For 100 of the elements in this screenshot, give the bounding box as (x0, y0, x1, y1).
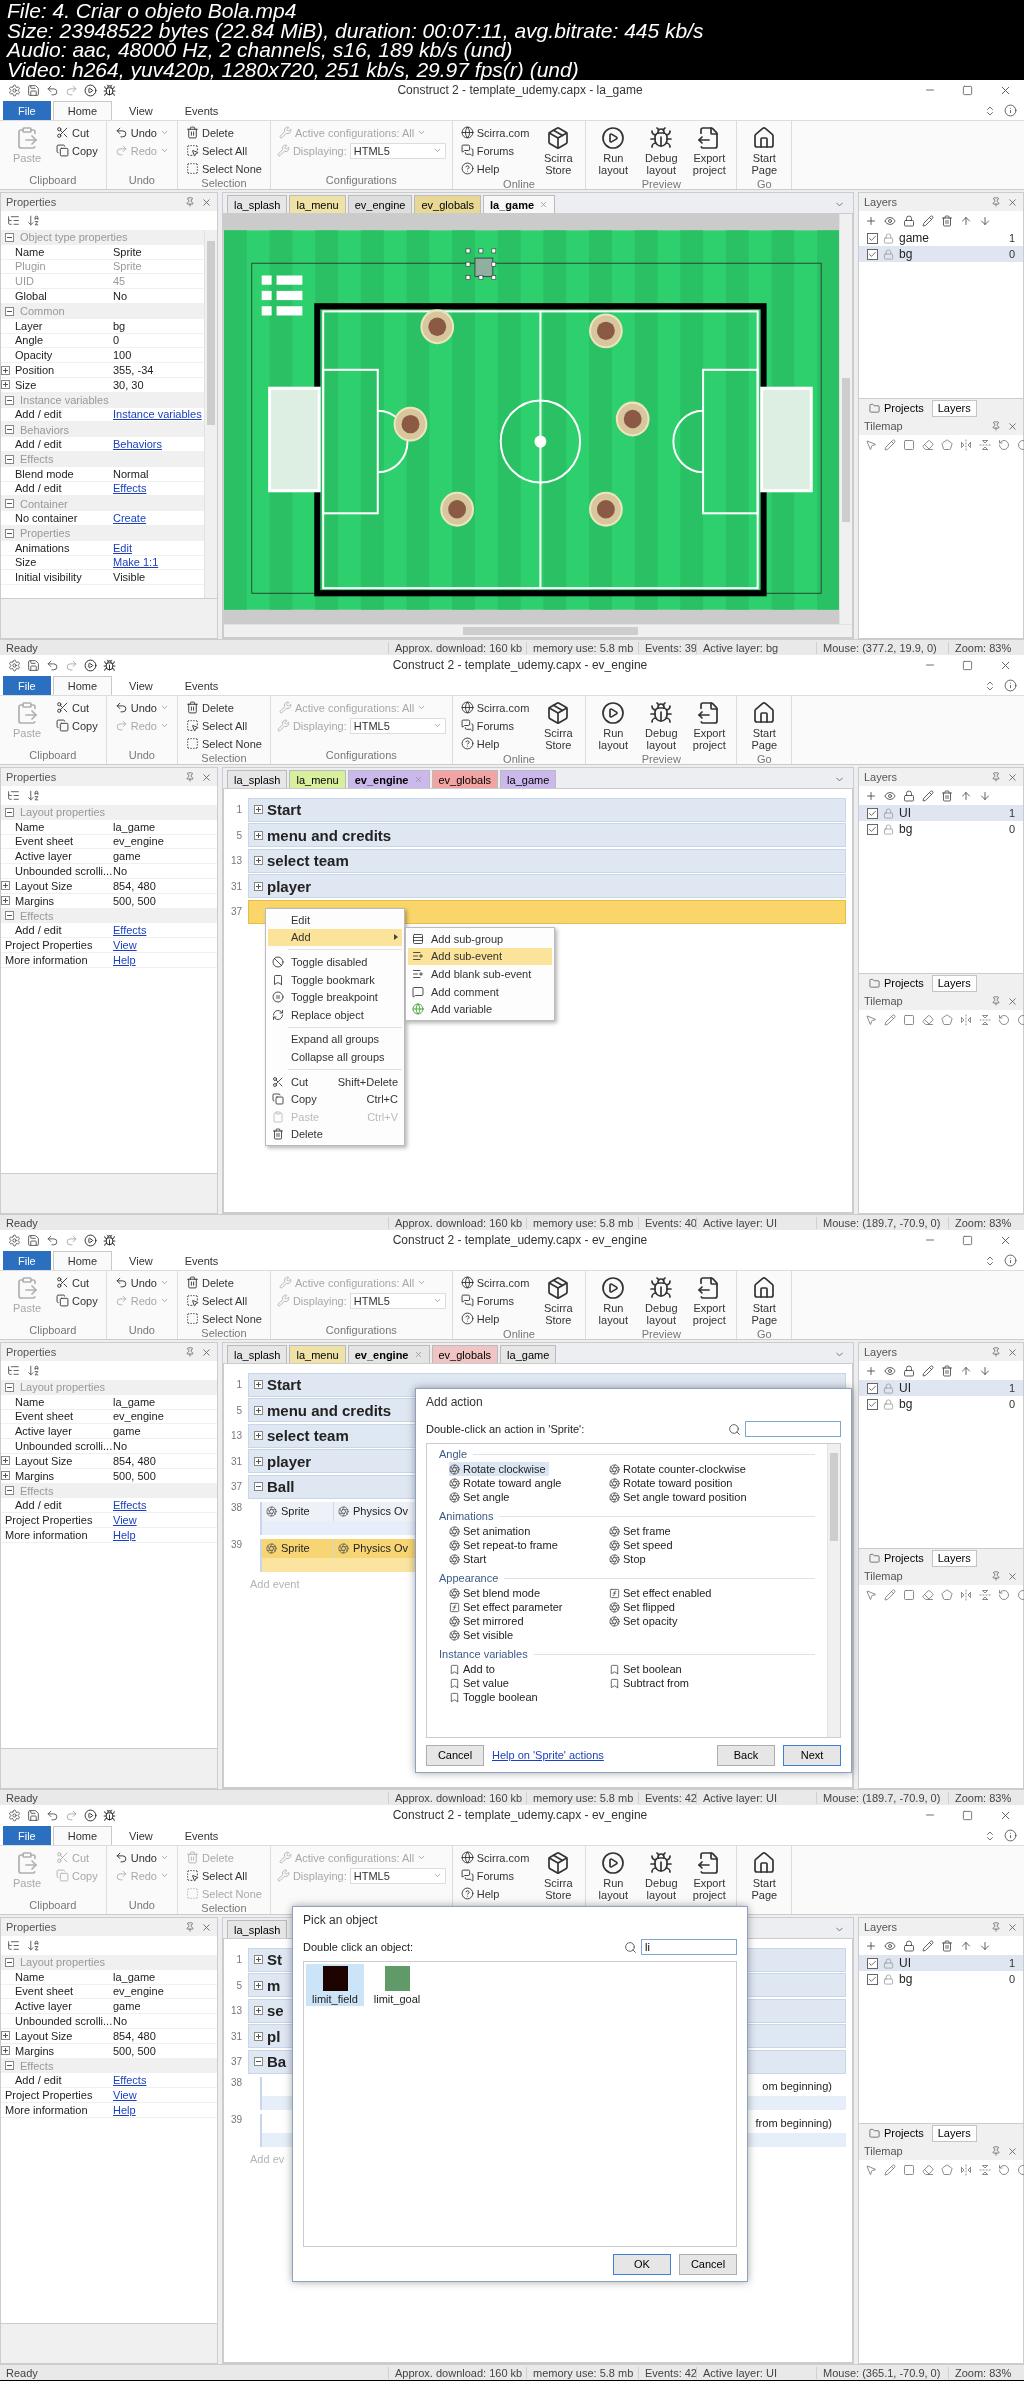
ribbon-tab[interactable]: File (3, 101, 51, 120)
rotate-left-icon[interactable] (998, 1588, 1010, 1601)
collapse-icon[interactable] (5, 2061, 14, 2071)
expand-icon[interactable] (254, 1431, 263, 1441)
vertical-scrollbar[interactable] (827, 1444, 840, 1737)
save-icon[interactable] (27, 83, 40, 97)
eraser-icon[interactable] (922, 2163, 934, 2176)
lock-icon[interactable] (903, 1364, 915, 1377)
document-tab[interactable]: la_game (483, 195, 556, 213)
pointer-icon[interactable] (865, 1013, 877, 1026)
ribbon-button[interactable]: Help (458, 735, 532, 752)
ribbon-button[interactable]: Copy (54, 717, 100, 734)
document-tab[interactable]: la_menu (289, 1345, 346, 1363)
pin-icon[interactable] (991, 996, 1001, 1006)
ribbon-button[interactable]: Help (458, 1885, 532, 1902)
maximize-icon[interactable] (962, 1809, 973, 1821)
bug-icon[interactable] (103, 658, 116, 672)
layer-checkbox[interactable] (867, 1398, 878, 1410)
categorized-icon[interactable] (7, 214, 20, 227)
action-item[interactable]: Set animation (449, 1524, 534, 1538)
layer-checkbox[interactable] (867, 1973, 878, 1985)
panel-tab[interactable]: Layers (931, 1549, 977, 1567)
ribbon-menu-button[interactable]: Undo (112, 699, 171, 716)
menu-item[interactable]: Edit (268, 911, 402, 929)
document-tab[interactable]: ev_engine (347, 770, 430, 788)
ribbon-button[interactable]: Cut (54, 124, 100, 141)
dialog-button[interactable]: OK (613, 2253, 671, 2275)
property-link[interactable]: Effects (113, 1499, 147, 1512)
object-item[interactable]: limit_goal (368, 1964, 426, 2006)
property-link[interactable]: Make 1:1 (113, 556, 159, 569)
save-icon[interactable] (27, 1808, 40, 1822)
ribbon-button[interactable]: Forums (458, 1867, 532, 1884)
ribbon-button[interactable]: Help (458, 160, 532, 177)
action-item[interactable]: Set effect enabled (609, 1586, 715, 1600)
collapse-icon[interactable] (5, 425, 14, 435)
document-tab[interactable]: la_menu (289, 770, 346, 788)
document-tab[interactable]: la_splash (227, 770, 288, 788)
trash-icon[interactable] (941, 1939, 953, 1952)
menu-item[interactable]: Toggle bookmark (268, 970, 402, 989)
pin-icon[interactable] (185, 1922, 195, 1932)
menu-item[interactable]: Add sub-event (408, 947, 552, 966)
play-icon[interactable] (84, 1808, 97, 1822)
action-item[interactable]: Set speed (609, 1538, 676, 1552)
redo-icon[interactable] (65, 1233, 78, 1247)
document-tab[interactable]: ev_globals (431, 1345, 499, 1363)
ribbon-large-button[interactable]: Run layout (592, 124, 635, 178)
property-link[interactable]: Behaviors (113, 438, 162, 451)
close-icon[interactable] (201, 196, 212, 208)
pin-icon[interactable] (991, 1571, 1001, 1581)
flip-horizontal-icon[interactable] (960, 2163, 972, 2176)
dialog-button[interactable]: Cancel (426, 1744, 484, 1766)
action-item[interactable]: Rotate clockwise (449, 1462, 549, 1476)
ribbon-tab[interactable]: Events (169, 676, 234, 695)
ribbon-menu-button[interactable]: Undo (112, 1849, 171, 1866)
event-group[interactable]: menu and credits (248, 823, 846, 848)
gear-icon[interactable] (8, 1233, 21, 1247)
menu-item[interactable]: Toggle disabled (268, 953, 402, 971)
property-link[interactable]: View (113, 939, 137, 952)
layer-row[interactable]: bg 0 (859, 1971, 1023, 1987)
close-icon[interactable] (1007, 1570, 1018, 1582)
vertical-scrollbar[interactable] (839, 214, 852, 624)
collapse-icon[interactable] (5, 1957, 14, 1967)
play-icon[interactable] (84, 658, 97, 672)
ribbon-large-button[interactable]: Debug layout (640, 699, 683, 753)
lock-icon[interactable] (903, 789, 915, 802)
expand-icon[interactable] (254, 1405, 263, 1415)
ribbon-tab[interactable]: Events (169, 101, 234, 120)
dialog-button[interactable]: Next (783, 1744, 841, 1766)
ribbon-button[interactable]: Cut (54, 699, 100, 716)
layer-row[interactable]: bg 0 (859, 1396, 1023, 1412)
ribbon-button[interactable]: Select None (184, 1310, 264, 1327)
property-link[interactable]: Help (113, 2103, 136, 2116)
action-item[interactable]: Set frame (609, 1524, 674, 1538)
ribbon-tab[interactable]: Home (52, 676, 113, 695)
play-icon[interactable] (84, 83, 97, 97)
action-item[interactable]: Set angle toward position (609, 1490, 750, 1504)
ribbon-tab[interactable]: File (3, 676, 51, 695)
ribbon-menu-button[interactable]: Undo (112, 1274, 171, 1291)
menu-item[interactable]: Cut Shift+Delete (268, 1072, 402, 1091)
plus-icon[interactable] (865, 214, 877, 227)
document-tab[interactable]: la_splash (227, 195, 288, 213)
menu-item[interactable]: Add sub-group (408, 930, 552, 948)
rotate-left-icon[interactable] (998, 2163, 1010, 2176)
eraser-icon[interactable] (922, 438, 934, 451)
sort-icon[interactable] (27, 789, 40, 802)
expand-icon[interactable] (254, 856, 263, 866)
action-item[interactable]: Set opacity (609, 1614, 681, 1628)
action-item[interactable]: Set angle (449, 1490, 513, 1504)
eye-icon[interactable] (884, 214, 896, 227)
menu-item[interactable]: Toggle breakpoint (268, 988, 402, 1006)
square-icon[interactable] (903, 438, 915, 451)
property-link[interactable]: Instance variables (113, 408, 202, 421)
sort-icon[interactable] (27, 214, 40, 227)
action-item[interactable]: Subtract from (609, 1676, 693, 1690)
dialog-button[interactable]: Back (717, 1744, 775, 1766)
collapse-icon[interactable] (5, 232, 14, 242)
ribbon-large-button[interactable]: Export project (688, 124, 731, 178)
ribbon-tab[interactable]: Home (52, 1251, 113, 1270)
ribbon-button[interactable]: Select All (184, 142, 264, 159)
pencil-icon[interactable] (884, 2163, 896, 2176)
